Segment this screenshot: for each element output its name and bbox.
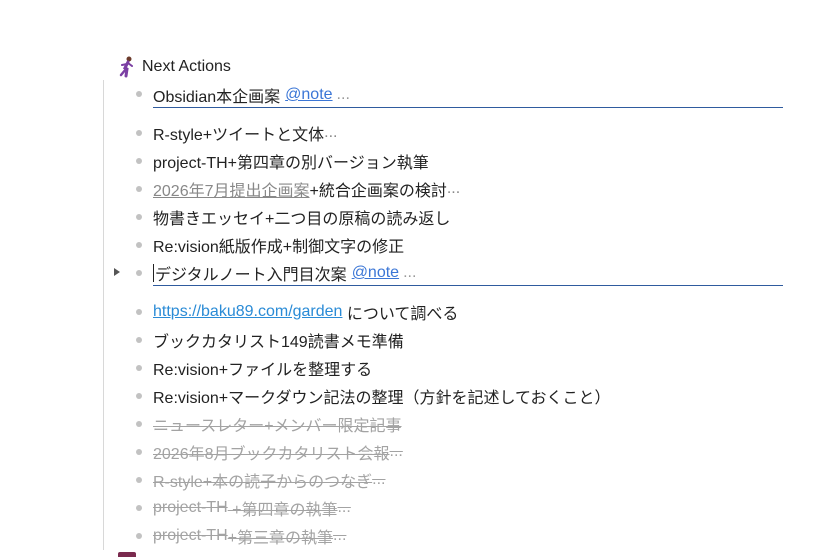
indent-guide bbox=[103, 80, 104, 550]
item-text[interactable]: R-style+ツイートと文体 bbox=[153, 121, 324, 145]
item-text[interactable]: ブックカタリスト149読書メモ準備 bbox=[153, 328, 404, 352]
bullet-icon[interactable] bbox=[136, 393, 142, 399]
list-item-completed[interactable]: 2026年8月ブックカタリスト会報 ... bbox=[153, 440, 403, 464]
list-item[interactable]: Re:vision紙版作成+制御文字の修正 bbox=[153, 233, 404, 257]
list-item-completed[interactable]: ニュースレター+メンバー限定記事 bbox=[153, 412, 402, 436]
outliner-page: Next Actions Obsidian本企画案 @note ... R-st… bbox=[0, 0, 840, 557]
list-item-completed[interactable]: project-TH +第三章の執筆 ... bbox=[153, 524, 346, 548]
item-text[interactable]: デジタルノート入門目次案 bbox=[155, 261, 347, 285]
bullet-icon[interactable] bbox=[136, 337, 142, 343]
bullet-icon[interactable] bbox=[136, 130, 142, 136]
ellipsis: ... bbox=[337, 499, 351, 516]
bullet-icon[interactable] bbox=[136, 186, 142, 192]
text-cursor bbox=[153, 264, 154, 282]
bullet-icon[interactable] bbox=[136, 449, 142, 455]
bullet-icon[interactable] bbox=[136, 309, 142, 315]
ellipsis: ... bbox=[389, 443, 403, 460]
section-header: Next Actions bbox=[118, 55, 231, 79]
ellipsis: ... bbox=[333, 527, 347, 544]
item-text[interactable]: について調べる bbox=[342, 300, 459, 324]
ellipsis: ... bbox=[336, 86, 350, 103]
item-text[interactable]: +統合企画案の検討 bbox=[310, 177, 447, 201]
list-item[interactable]: Re:vision+マークダウン記法の整理（方針を記述しておくこと） bbox=[153, 384, 611, 408]
ellipsis: ... bbox=[446, 180, 461, 197]
bullet-icon[interactable] bbox=[136, 214, 142, 220]
bullet-icon[interactable] bbox=[136, 158, 142, 164]
item-text[interactable]: Re:vision紙版作成+制御文字の修正 bbox=[153, 233, 404, 257]
bullet-icon[interactable] bbox=[136, 242, 142, 248]
bullet-icon[interactable] bbox=[136, 505, 142, 511]
list-item[interactable]: ブックカタリスト149読書メモ準備 bbox=[153, 328, 404, 352]
item-text[interactable]: +第四章の執筆 bbox=[228, 496, 337, 520]
bullet-icon[interactable] bbox=[136, 421, 142, 427]
list-item-completed[interactable]: R-style+本の読子からのつなぎ ... bbox=[153, 468, 385, 492]
bullet-icon[interactable] bbox=[136, 270, 142, 276]
note-mention[interactable]: @note bbox=[285, 86, 332, 104]
next-section-icon bbox=[118, 552, 136, 557]
bullet-icon[interactable] bbox=[136, 533, 142, 539]
ellipsis: ... bbox=[372, 471, 386, 488]
item-text[interactable]: +第三章の執筆 bbox=[228, 524, 333, 548]
list-item[interactable]: Re:vision+ファイルを整理する bbox=[153, 356, 372, 380]
external-link[interactable]: https://baku89.com/garden bbox=[153, 303, 342, 321]
item-text[interactable]: Obsidian本企画案 bbox=[153, 83, 280, 107]
internal-link[interactable]: project-TH bbox=[153, 499, 228, 517]
internal-link[interactable]: 2026年7月提出企画案 bbox=[153, 177, 310, 201]
list-item[interactable]: project-TH+第四章の別バージョン執筆 bbox=[153, 149, 429, 173]
list-item[interactable]: R-style+ツイートと文体 ... bbox=[153, 121, 337, 145]
expand-arrow-icon[interactable] bbox=[114, 268, 120, 276]
item-text[interactable]: R-style+本の読子からのつなぎ bbox=[153, 468, 372, 492]
list-item[interactable]: https://baku89.com/garden について調べる bbox=[153, 300, 458, 324]
bullet-icon[interactable] bbox=[136, 91, 142, 97]
ellipsis: ... bbox=[403, 264, 417, 281]
section-title: Next Actions bbox=[142, 58, 231, 75]
list-item[interactable]: 物書きエッセイ+二つ目の原稿の読み返し bbox=[153, 205, 450, 229]
list-item[interactable]: Obsidian本企画案 @note ... bbox=[153, 83, 783, 108]
list-item[interactable]: デジタルノート入門目次案 @note ... bbox=[153, 261, 783, 286]
ellipsis: ... bbox=[324, 124, 338, 141]
internal-link[interactable]: project-TH bbox=[153, 527, 228, 545]
list-item-completed[interactable]: project-TH +第四章の執筆 ... bbox=[153, 496, 351, 520]
list-item[interactable]: 2026年7月提出企画案 +統合企画案の検討 ... bbox=[153, 177, 460, 201]
item-text[interactable]: 2026年8月ブックカタリスト会報 bbox=[153, 440, 390, 464]
item-text[interactable]: 物書きエッセイ+二つ目の原稿の読み返し bbox=[153, 205, 450, 229]
item-text[interactable]: project-TH+第四章の別バージョン執筆 bbox=[153, 149, 429, 173]
bullet-icon[interactable] bbox=[136, 365, 142, 371]
item-text[interactable]: Re:vision+マークダウン記法の整理（方針を記述しておくこと） bbox=[153, 384, 611, 408]
note-mention[interactable]: @note bbox=[352, 264, 399, 282]
item-text[interactable]: Re:vision+ファイルを整理する bbox=[153, 356, 372, 380]
item-text[interactable]: ニュースレター+メンバー限定記事 bbox=[153, 412, 402, 436]
bullet-icon[interactable] bbox=[136, 477, 142, 483]
person-running-icon bbox=[118, 56, 136, 78]
